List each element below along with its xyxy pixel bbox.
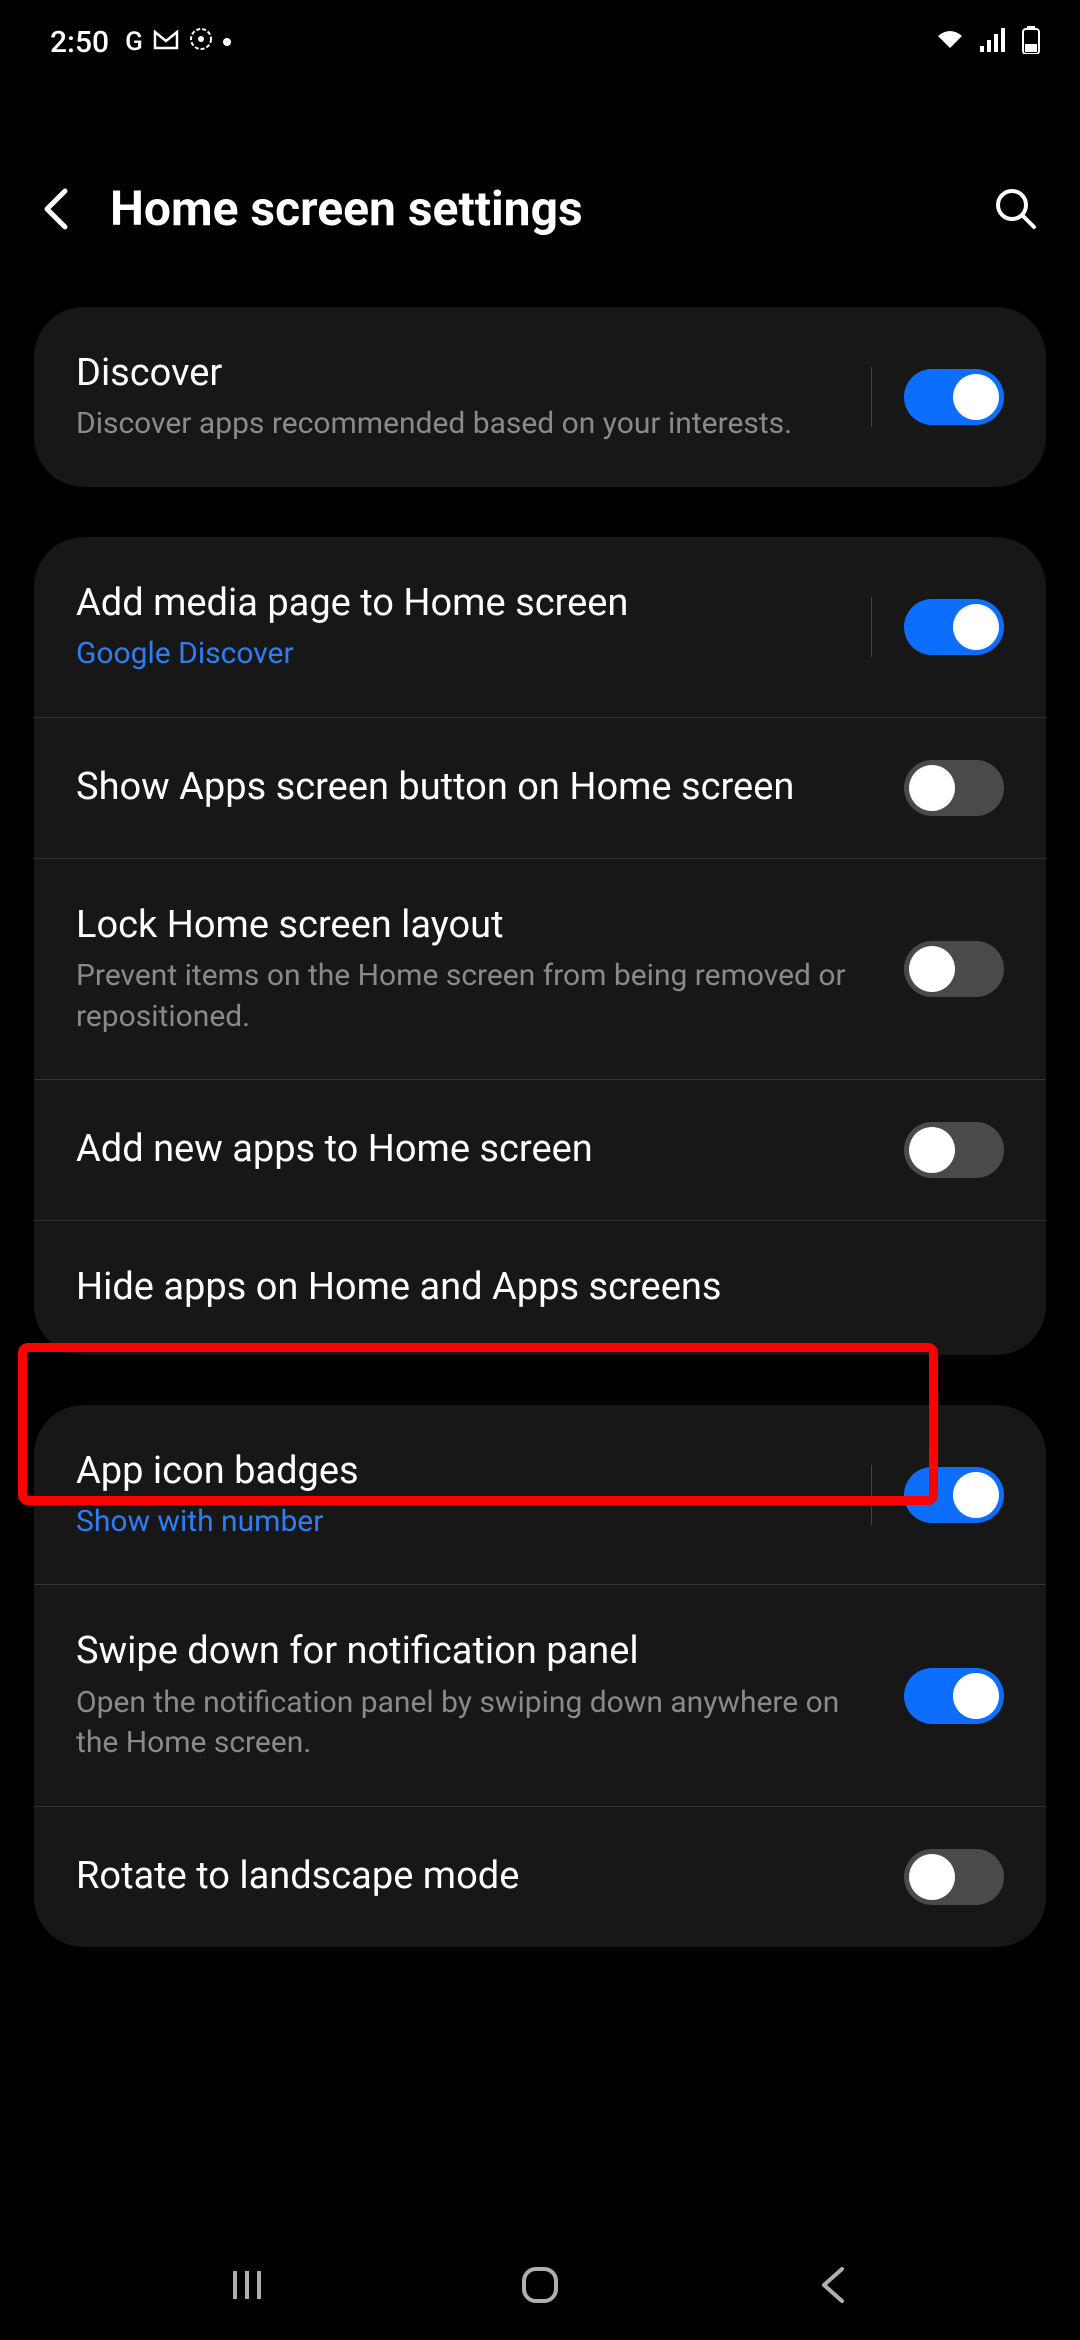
- toggle-discover[interactable]: [904, 369, 1004, 425]
- setting-rotate[interactable]: Rotate to landscape mode: [34, 1807, 1046, 1947]
- setting-lock-layout[interactable]: Lock Home screen layout Prevent items on…: [34, 859, 1046, 1080]
- setting-hide-apps[interactable]: Hide apps on Home and Apps screens: [34, 1221, 1046, 1354]
- gmail-icon: [153, 27, 179, 57]
- dot-icon: [223, 38, 231, 46]
- setting-title: Discover: [76, 349, 851, 398]
- search-button[interactable]: [992, 185, 1040, 233]
- toggle-swipe-down[interactable]: [904, 1668, 1004, 1724]
- setting-subtitle: Prevent items on the Home screen from be…: [76, 956, 884, 1037]
- page-title: Home screen settings: [110, 180, 992, 237]
- wifi-icon: [934, 28, 966, 56]
- toggle-divider: [871, 1465, 872, 1525]
- clock-icon: [189, 27, 213, 58]
- setting-subtitle: Google Discover: [76, 634, 851, 675]
- setting-title: Rotate to landscape mode: [76, 1852, 884, 1901]
- status-time: 2:50: [50, 25, 109, 60]
- battery-icon: [1022, 26, 1040, 58]
- page-header: Home screen settings: [0, 80, 1080, 287]
- g-icon: G: [125, 27, 143, 57]
- toggle-badges[interactable]: [904, 1467, 1004, 1523]
- recents-button[interactable]: [217, 2255, 277, 2315]
- settings-group-home: Add media page to Home screen Google Dis…: [34, 537, 1046, 1355]
- home-button[interactable]: [510, 2255, 570, 2315]
- setting-add-new-apps[interactable]: Add new apps to Home screen: [34, 1080, 1046, 1221]
- toggle-divider: [871, 367, 872, 427]
- toggle-rotate[interactable]: [904, 1849, 1004, 1905]
- setting-title: Add media page to Home screen: [76, 579, 851, 628]
- signal-icon: [980, 28, 1008, 56]
- toggle-lock-layout[interactable]: [904, 941, 1004, 997]
- setting-swipe-down[interactable]: Swipe down for notification panel Open t…: [34, 1585, 1046, 1806]
- setting-discover[interactable]: Discover Discover apps recommended based…: [34, 307, 1046, 487]
- status-left: 2:50 G: [50, 25, 231, 60]
- back-nav-button[interactable]: [803, 2255, 863, 2315]
- setting-media-page[interactable]: Add media page to Home screen Google Dis…: [34, 537, 1046, 718]
- status-notification-icons: G: [125, 27, 231, 58]
- setting-subtitle: Open the notification panel by swiping d…: [76, 1683, 884, 1764]
- settings-group-discover: Discover Discover apps recommended based…: [34, 307, 1046, 487]
- status-right: [934, 26, 1040, 58]
- back-button[interactable]: [30, 184, 80, 234]
- setting-title: Lock Home screen layout: [76, 901, 884, 950]
- setting-title: Hide apps on Home and Apps screens: [76, 1263, 984, 1312]
- system-nav-bar: [0, 2230, 1080, 2340]
- setting-title: Add new apps to Home screen: [76, 1125, 884, 1174]
- toggle-media-page[interactable]: [904, 599, 1004, 655]
- setting-title: App icon badges: [76, 1447, 851, 1496]
- settings-group-misc: App icon badges Show with number Swipe d…: [34, 1405, 1046, 1947]
- toggle-divider: [871, 597, 872, 657]
- toggle-apps-button[interactable]: [904, 760, 1004, 816]
- setting-badges[interactable]: App icon badges Show with number: [34, 1405, 1046, 1586]
- setting-subtitle: Discover apps recommended based on your …: [76, 404, 851, 445]
- setting-apps-button[interactable]: Show Apps screen button on Home screen: [34, 718, 1046, 859]
- setting-title: Swipe down for notification panel: [76, 1627, 884, 1676]
- toggle-add-new-apps[interactable]: [904, 1122, 1004, 1178]
- setting-title: Show Apps screen button on Home screen: [76, 763, 884, 812]
- setting-subtitle: Show with number: [76, 1502, 851, 1543]
- status-bar: 2:50 G: [0, 0, 1080, 80]
